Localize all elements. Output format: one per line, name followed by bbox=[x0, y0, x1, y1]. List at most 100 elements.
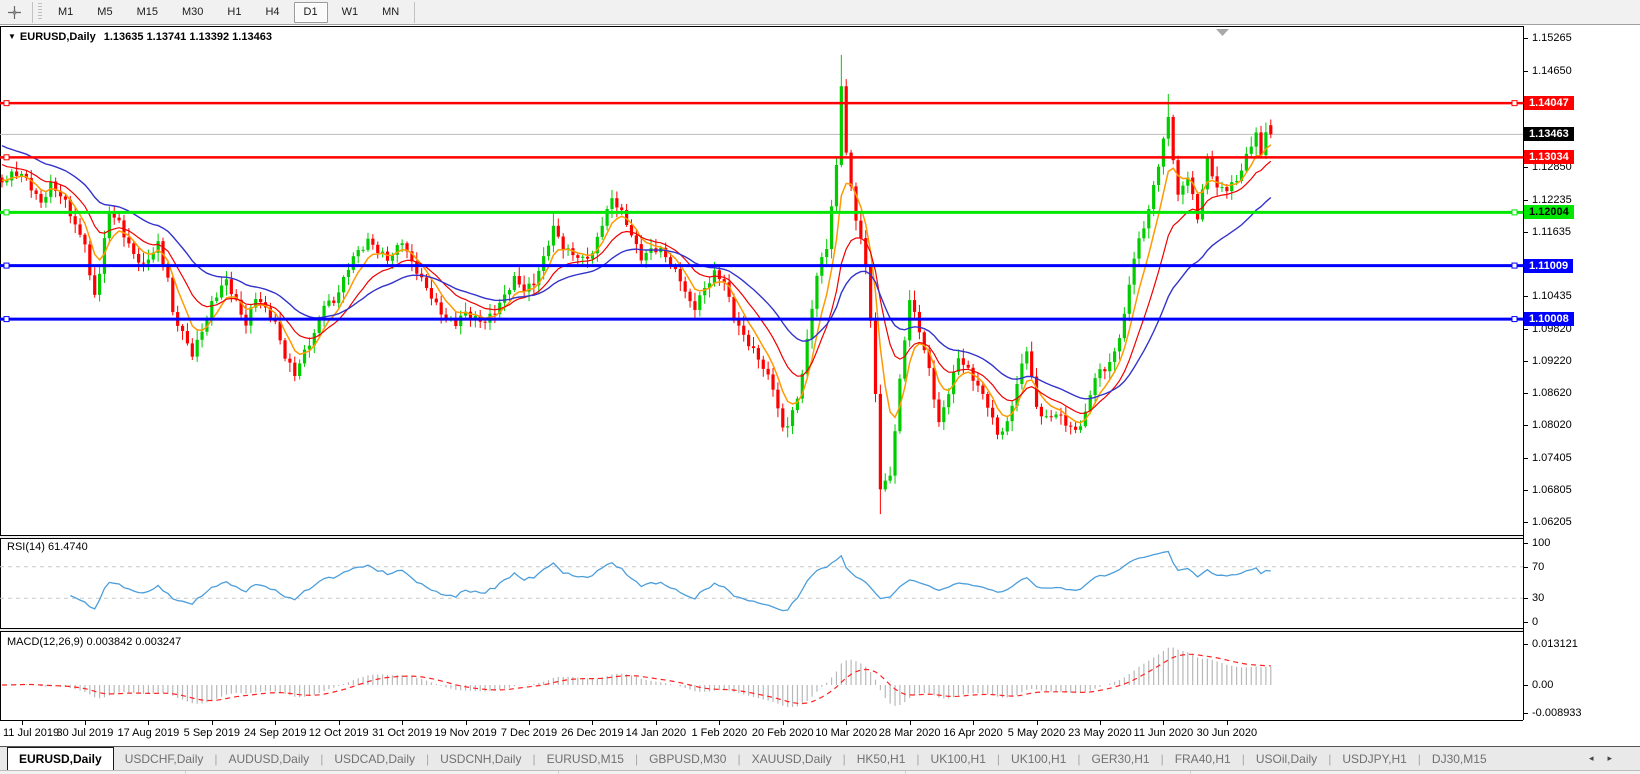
date-label: 16 Apr 2020 bbox=[943, 727, 1002, 739]
ma-slow-line bbox=[2, 146, 1271, 399]
date-label: 14 Jan 2020 bbox=[626, 727, 687, 739]
chart-tab-ger30-h1[interactable]: GER30,H1 bbox=[1081, 749, 1161, 770]
date-tick-mark bbox=[402, 721, 403, 725]
price-level-badge-1.13034: 1.13034 bbox=[1524, 150, 1574, 164]
macd-panel-canvas[interactable] bbox=[0, 632, 1523, 720]
chart-tab-usdcad-daily[interactable]: USDCAD,Daily bbox=[323, 749, 426, 770]
toolbar-separator bbox=[414, 2, 415, 23]
trading-terminal-window: M1M5M15M30H1H4D1W1MN ▼EURUSD,Daily1.1363… bbox=[0, 0, 1640, 774]
date-label: 11 Jul 2019 bbox=[3, 727, 59, 739]
date-tick-mark bbox=[719, 721, 720, 725]
price-level-badge-1.10008: 1.10008 bbox=[1524, 312, 1574, 326]
axis-tick-mark bbox=[1524, 393, 1528, 394]
rsi-scale-label: 0 bbox=[1532, 615, 1538, 629]
chart-tab-dj30-m15[interactable]: DJ30,M15 bbox=[1421, 749, 1498, 770]
crosshair-tool-icon[interactable] bbox=[4, 2, 24, 22]
date-label: 19 Nov 2019 bbox=[434, 727, 496, 739]
price-tick-label: 1.14650 bbox=[1532, 64, 1572, 78]
date-label: 12 Oct 2019 bbox=[309, 727, 369, 739]
symbol-dropdown-icon[interactable]: ▼ bbox=[8, 32, 16, 41]
line-handle bbox=[4, 155, 9, 160]
date-label: 10 Mar 2020 bbox=[815, 727, 877, 739]
macd-indicator-label: MACD(12,26,9) 0.003842 0.003247 bbox=[7, 636, 181, 648]
date-tick-mark bbox=[22, 721, 23, 725]
chart-tab-xauusd-daily[interactable]: XAUUSD,Daily bbox=[741, 749, 843, 770]
price-level-badge-1.12004: 1.12004 bbox=[1524, 205, 1574, 219]
date-tick-mark bbox=[148, 721, 149, 725]
axis-tick-mark bbox=[1524, 71, 1528, 72]
date-label: 5 Sep 2019 bbox=[184, 727, 240, 739]
line-handle bbox=[1512, 210, 1517, 215]
price-level-line-1.13034[interactable] bbox=[0, 155, 1523, 160]
rsi-line bbox=[70, 552, 1271, 611]
axis-tick-mark bbox=[1524, 644, 1528, 645]
price-level-badge-1.11009: 1.11009 bbox=[1524, 259, 1573, 273]
date-axis[interactable]: 11 Jul 201930 Jul 201917 Aug 20195 Sep 2… bbox=[0, 720, 1640, 746]
axis-tick-mark bbox=[1524, 167, 1528, 168]
chart-tab-usoil-daily[interactable]: USOil,Daily bbox=[1245, 749, 1328, 770]
ma-mid-line bbox=[2, 161, 1271, 413]
date-tick-mark bbox=[973, 721, 974, 725]
chart-tab-eurusd-m15[interactable]: EURUSD,M15 bbox=[536, 749, 635, 770]
price-tick-label: 1.08020 bbox=[1532, 418, 1572, 432]
timeframe-button-m1[interactable]: M1 bbox=[48, 2, 83, 23]
line-handle bbox=[1512, 317, 1517, 322]
tab-scroll-arrows[interactable]: ◂▸ bbox=[1589, 753, 1626, 764]
axis-tick-mark bbox=[1524, 329, 1528, 330]
date-tick-mark bbox=[1227, 721, 1228, 725]
chart-title: ▼EURUSD,Daily1.13635 1.13741 1.13392 1.1… bbox=[8, 31, 272, 43]
main-price-chart-canvas[interactable] bbox=[0, 26, 1523, 535]
price-tick-label: 1.08620 bbox=[1532, 386, 1572, 400]
line-handle bbox=[4, 210, 9, 215]
timeframe-button-h4[interactable]: H4 bbox=[255, 2, 289, 23]
chart-tab-usdcnh-daily[interactable]: USDCNH,Daily bbox=[429, 749, 532, 770]
date-label: 5 May 2020 bbox=[1008, 727, 1065, 739]
date-label: 24 Sep 2019 bbox=[244, 727, 306, 739]
date-tick-mark bbox=[275, 721, 276, 725]
line-handle bbox=[1512, 101, 1517, 106]
chart-tab-uk100-h1[interactable]: UK100,H1 bbox=[920, 749, 997, 770]
chart-tab-usdjpy-h1[interactable]: USDJPY,H1 bbox=[1331, 749, 1417, 770]
date-tick-mark bbox=[1037, 721, 1038, 725]
date-tick-mark bbox=[1163, 721, 1164, 725]
timeframe-button-d1[interactable]: D1 bbox=[294, 2, 328, 23]
timeframe-button-w1[interactable]: W1 bbox=[332, 2, 369, 23]
date-tick-mark bbox=[592, 721, 593, 725]
axis-tick-mark bbox=[1524, 425, 1528, 426]
date-label: 17 Aug 2019 bbox=[117, 727, 179, 739]
price-tick-label: 1.10435 bbox=[1532, 289, 1572, 303]
timeframe-button-h1[interactable]: H1 bbox=[217, 2, 251, 23]
line-handle bbox=[4, 101, 9, 106]
timeframe-button-m5[interactable]: M5 bbox=[87, 2, 122, 23]
price-axis[interactable]: 1.152651.146501.128501.122351.116351.104… bbox=[1523, 26, 1640, 720]
timeframe-button-m15[interactable]: M15 bbox=[127, 2, 168, 23]
timeframe-button-mn[interactable]: MN bbox=[372, 2, 409, 23]
timeframe-buttons: M1M5M15M30H1H4D1W1MN bbox=[46, 2, 411, 23]
price-level-line-1.14047[interactable] bbox=[0, 101, 1523, 106]
chart-tab-bar: EURUSD,DailyUSDCHF,Daily|AUDUSD,Daily|US… bbox=[0, 746, 1640, 770]
chart-tab-usdchf-daily[interactable]: USDCHF,Daily bbox=[114, 749, 215, 770]
date-label: 30 Jun 2020 bbox=[1197, 727, 1258, 739]
axis-tick-mark bbox=[1524, 38, 1528, 39]
chart-tab-eurusd-daily[interactable]: EURUSD,Daily bbox=[7, 747, 114, 770]
line-handle bbox=[4, 317, 9, 322]
chart-tab-audusd-daily[interactable]: AUDUSD,Daily bbox=[218, 749, 321, 770]
price-level-line-1.12004[interactable] bbox=[0, 210, 1523, 215]
chart-tab-fra40-h1[interactable]: FRA40,H1 bbox=[1164, 749, 1242, 770]
date-label: 11 Jun 2020 bbox=[1134, 727, 1194, 739]
rsi-panel-canvas[interactable] bbox=[0, 539, 1523, 628]
date-label: 23 May 2020 bbox=[1068, 727, 1132, 739]
price-tick-label: 1.11635 bbox=[1532, 225, 1571, 239]
price-level-line-1.11009[interactable] bbox=[0, 263, 1523, 268]
date-label: 31 Oct 2019 bbox=[372, 727, 432, 739]
chart-tab-hk50-h1[interactable]: HK50,H1 bbox=[846, 749, 917, 770]
date-tick-mark bbox=[339, 721, 340, 725]
toolbar-grip-handle[interactable] bbox=[38, 3, 42, 21]
timeframe-button-m30[interactable]: M30 bbox=[172, 2, 213, 23]
axis-tick-mark bbox=[1524, 543, 1528, 544]
chart-tab-gbpusd-m30[interactable]: GBPUSD,M30 bbox=[638, 749, 737, 770]
chart-tab-uk100-h1[interactable]: UK100,H1 bbox=[1000, 749, 1077, 770]
date-tick-mark bbox=[910, 721, 911, 725]
price-tick-label: 1.07405 bbox=[1532, 451, 1572, 465]
line-handle bbox=[1512, 263, 1517, 268]
